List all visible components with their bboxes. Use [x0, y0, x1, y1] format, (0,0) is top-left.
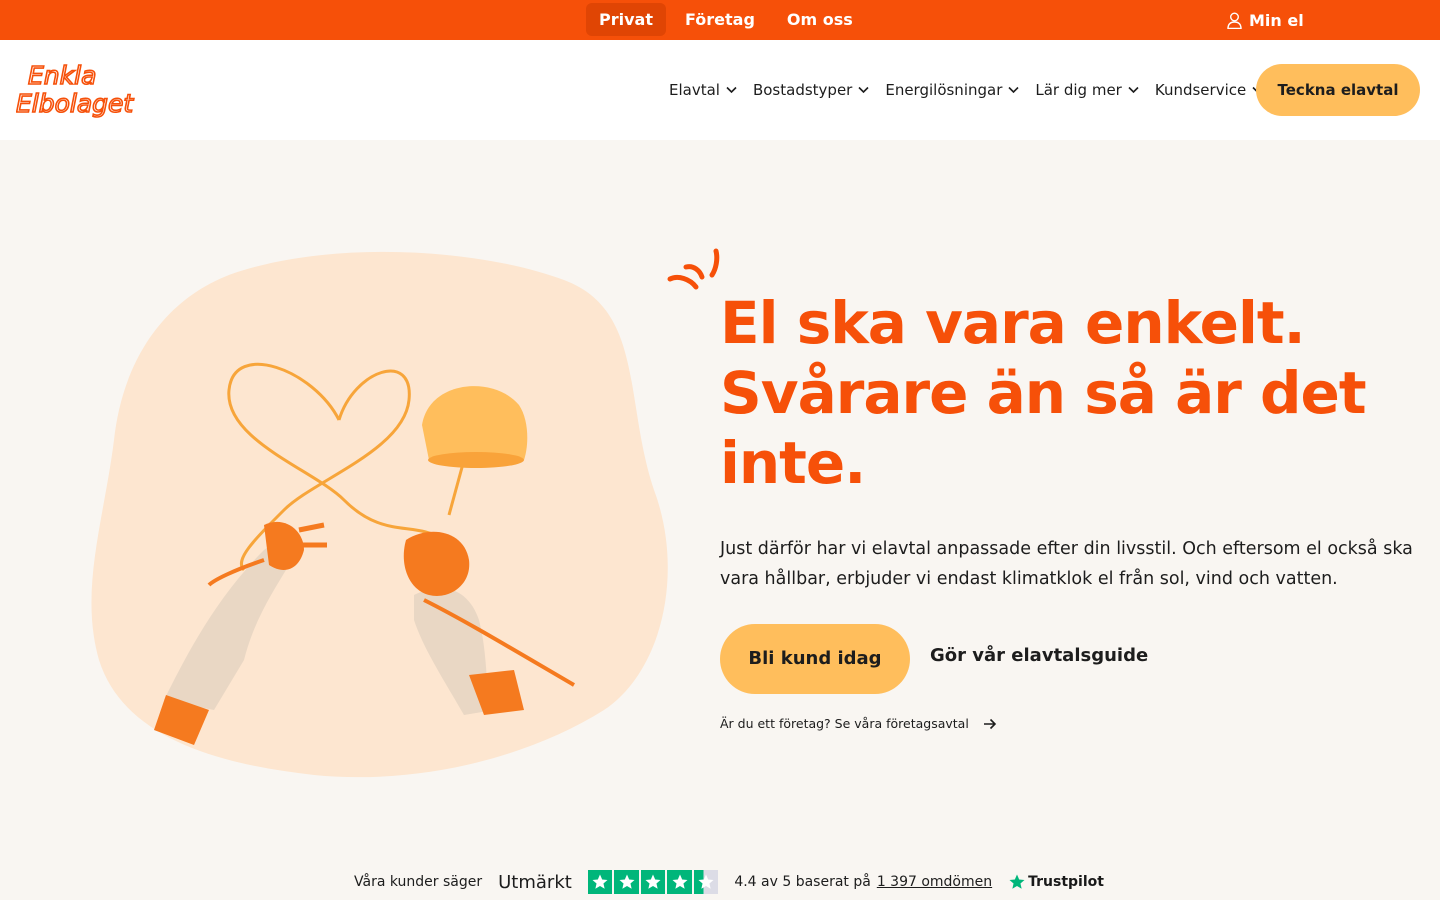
teckna-elavtal-button[interactable]: Teckna elavtal [1256, 64, 1420, 116]
enkla-elbolaget-logo[interactable]: Enkla Elbolaget [16, 62, 162, 118]
chevron-down-icon [1128, 86, 1139, 94]
user-icon [1227, 12, 1242, 29]
logo-line1: Enkla [28, 62, 96, 90]
chevron-down-icon [1008, 86, 1019, 94]
star-rating [587, 869, 719, 895]
segment-tab-privat[interactable]: Privat [586, 3, 666, 36]
star-icon [640, 869, 666, 895]
top-bar: Privat Företag Om oss Min el [0, 0, 1440, 40]
arrow-right-icon [983, 718, 996, 729]
elavtalsguide-link[interactable]: Gör vår elavtalsguide [930, 645, 1148, 666]
hero-illustration [91, 251, 668, 778]
nav-item-kundservice[interactable]: Kundservice [1155, 81, 1263, 99]
nav-item-bostadstyper[interactable]: Bostadstyper [753, 81, 869, 99]
nav-label: Elavtal [669, 81, 720, 99]
chevron-down-icon [858, 86, 869, 94]
trustpilot-widget: Våra kunder säger Utmärkt 4.4 av 5 baser… [354, 866, 1104, 898]
segment-tab-om-oss[interactable]: Om oss [774, 3, 866, 36]
trustpilot-logo[interactable]: Trustpilot [1008, 873, 1104, 891]
nav-label: Bostadstyper [752, 81, 853, 99]
trustpilot-star-icon [1009, 874, 1025, 889]
nav-item-elavtal[interactable]: Elavtal [669, 81, 737, 99]
nav-item-lar-dig-mer[interactable]: Lär dig mer [1035, 81, 1139, 99]
bli-kund-button[interactable]: Bli kund idag [720, 624, 910, 694]
nav-item-energilosningar[interactable]: Energilösningar [885, 81, 1019, 99]
segment-tab-foretag[interactable]: Företag [672, 3, 768, 36]
chevron-down-icon [726, 86, 737, 94]
headline-line-2: Svårare än så är det [720, 359, 1367, 427]
star-half-icon [693, 869, 719, 895]
trust-label: Våra kunder säger [354, 874, 483, 890]
reviews-link[interactable]: 1 397 omdömen [877, 874, 992, 890]
headline-line-3: inte. [720, 429, 866, 497]
trust-score-text: 4.4 av 5 baserat på [734, 874, 871, 890]
headline-line-1: El ska vara enkelt. [720, 289, 1306, 357]
hero-headline: El ska vara enkelt. Svårare än så är det… [720, 288, 1420, 498]
business-link[interactable]: Är du ett företag? Se våra företagsavtal [720, 716, 997, 731]
star-icon [667, 869, 692, 895]
segment-nav: Privat Företag Om oss [586, 3, 866, 36]
star-icon [614, 869, 639, 895]
min-el-link[interactable]: Min el [1227, 0, 1304, 40]
spark-lines-icon [667, 248, 720, 290]
business-link-label: Är du ett företag? Se våra företagsavtal [720, 716, 969, 731]
site-header: Enkla Elbolaget Elavtal Bostadstyper Ene… [0, 40, 1440, 140]
trust-rating-word: Utmärkt [498, 871, 572, 893]
hero-description: Just därför har vi elavtal anpassade eft… [720, 539, 1413, 589]
nav-label: Lär dig mer [1035, 81, 1122, 99]
nav-label: Kundservice [1154, 81, 1247, 99]
nav-label: Energilösningar [885, 81, 1003, 99]
logo-line2: Elbolaget [16, 89, 134, 118]
trustpilot-brand: Trustpilot [1028, 874, 1104, 890]
star-icon [587, 869, 613, 895]
main-nav: Elavtal Bostadstyper Energilösningar Lär… [669, 40, 1279, 140]
min-el-label: Min el [1249, 10, 1304, 30]
